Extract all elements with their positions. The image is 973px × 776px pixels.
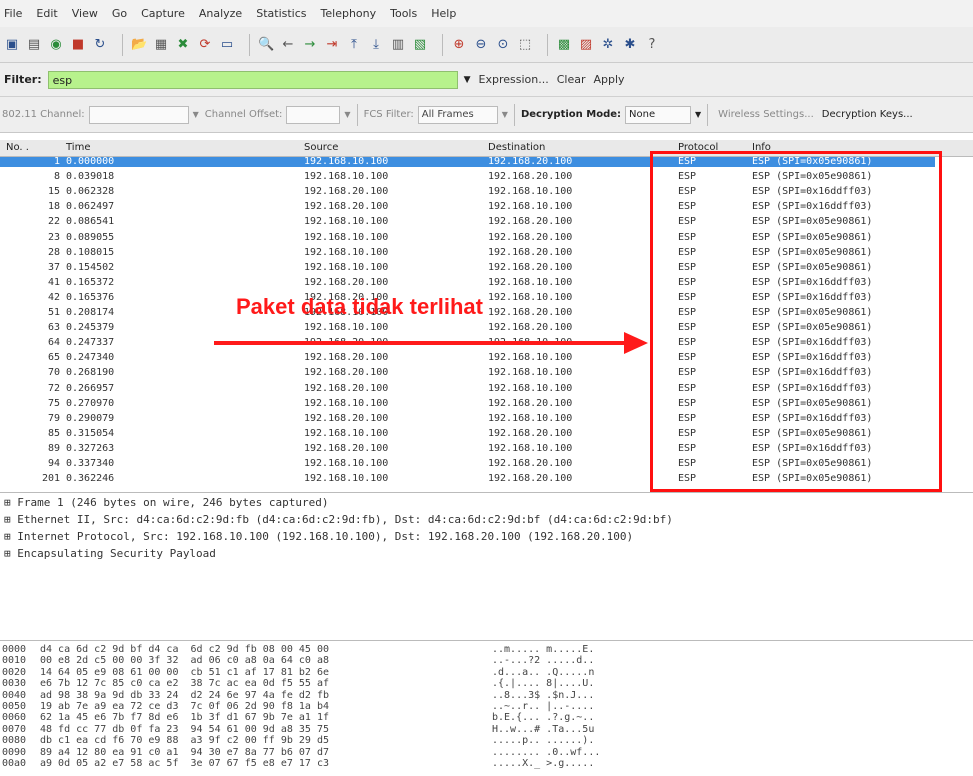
annotation-arrow	[214, 332, 648, 354]
